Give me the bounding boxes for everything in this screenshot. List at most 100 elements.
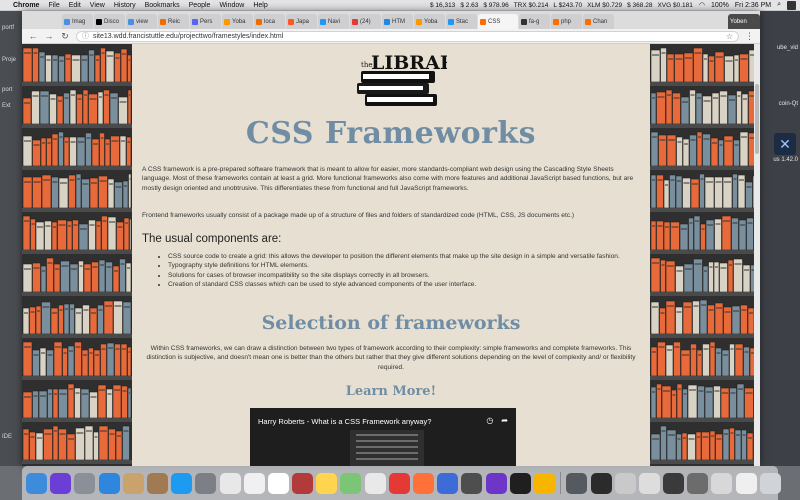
clock[interactable]: Fri 2:36 PM (735, 2, 771, 9)
menu-history[interactable]: History (114, 2, 136, 9)
browser-tab[interactable]: Chan (583, 14, 614, 29)
wifi-icon[interactable]: ◠ (699, 1, 705, 9)
browser-tab[interactable]: Yoba (222, 14, 253, 29)
sketch-icon[interactable] (533, 472, 555, 494)
firefox-dev-icon[interactable] (437, 472, 459, 494)
browser-tab[interactable]: (24) (350, 14, 381, 29)
shelf-plank (650, 82, 760, 86)
profile-button[interactable]: Yoben (728, 14, 760, 29)
contacts-icon[interactable] (146, 472, 168, 494)
desktop-file-label[interactable]: ube_vid (777, 45, 798, 51)
browser-tab[interactable]: php (551, 14, 582, 29)
shelf-plank (22, 376, 132, 380)
video-thumbnail[interactable] (350, 430, 424, 466)
menu-file[interactable]: File (48, 2, 59, 9)
info-icon[interactable]: ⓘ (82, 31, 89, 41)
tab-favicon-icon (384, 18, 390, 25)
bookshelf-right (650, 44, 760, 466)
menu-view[interactable]: View (90, 2, 105, 9)
preview-icon[interactable] (243, 472, 265, 494)
desktop-label: port (2, 87, 13, 93)
window-7-icon[interactable] (711, 472, 733, 494)
sublime-text-icon[interactable] (461, 472, 483, 494)
menu-icon[interactable]: ⋮ (745, 31, 754, 42)
book (32, 349, 40, 377)
calendar-icon[interactable] (267, 472, 289, 494)
video-embed[interactable]: Harry Roberts - What is a CSS Framework … (250, 408, 516, 466)
chrome-icon[interactable] (364, 472, 386, 494)
launchpad-icon[interactable] (74, 472, 96, 494)
finder-icon[interactable] (26, 472, 47, 494)
terminal-icon[interactable] (509, 472, 531, 494)
trash-icon[interactable] (759, 472, 781, 494)
search-icon[interactable]: ⌕ (777, 1, 781, 9)
browser-tab[interactable]: fa-g (519, 14, 550, 29)
browser-tab[interactable]: loca (254, 14, 285, 29)
window-5-icon[interactable] (663, 472, 685, 494)
phpstorm-icon[interactable] (485, 472, 507, 494)
window-2-icon[interactable] (590, 472, 612, 494)
back-icon[interactable]: ← (28, 31, 38, 41)
opera-icon[interactable] (388, 472, 410, 494)
browser-tab[interactable]: Japa (286, 14, 317, 29)
menu-app-name[interactable]: Chrome (13, 2, 39, 9)
safari-icon[interactable] (98, 472, 120, 494)
browser-tab[interactable]: CSS (478, 14, 518, 29)
menu-help[interactable]: Help (253, 2, 267, 9)
menu-edit[interactable]: Edit (69, 2, 81, 9)
browser-tab[interactable]: Disco (94, 14, 125, 29)
browser-tab[interactable]: view (126, 14, 157, 29)
watch-later-icon[interactable]: ◷ (486, 416, 493, 425)
tab-favicon-icon (553, 18, 559, 25)
browser-tab[interactable]: Reic (158, 14, 189, 29)
user-avatar[interactable] (787, 0, 796, 10)
browser-tab[interactable]: Pers (190, 14, 221, 29)
browser-tab[interactable]: Imag (62, 14, 93, 29)
book (745, 181, 753, 209)
shelf-plank (22, 292, 132, 296)
photos-icon[interactable] (219, 472, 241, 494)
video-title[interactable]: Harry Roberts - What is a CSS Framework … (258, 417, 431, 426)
dictionary-icon[interactable] (292, 472, 314, 494)
window-3-icon[interactable] (614, 472, 636, 494)
system-preferences-icon[interactable] (195, 472, 217, 494)
browser-tab[interactable]: Navi (318, 14, 349, 29)
window-6-icon[interactable] (687, 472, 709, 494)
crypto-ticker[interactable]: $ 16,313 $ 2.63 $ 978.96 TRX $0.214 L $2… (430, 2, 693, 9)
browser-tab[interactable]: Stac (446, 14, 477, 29)
components-heading: The usual components are: (142, 233, 282, 245)
shelf-plank (650, 418, 760, 422)
ticker-item: XVG $0.181 (657, 1, 693, 9)
menu-bookmarks[interactable]: Bookmarks (145, 2, 180, 9)
window-4-icon[interactable] (638, 472, 660, 494)
share-icon[interactable]: ➦ (501, 416, 508, 425)
reload-icon[interactable]: ↻ (60, 31, 70, 42)
bookmark-star-icon[interactable]: ☆ (726, 32, 733, 41)
desktop-file-label[interactable]: coin-Qt (779, 101, 798, 107)
browser-tab[interactable]: HTM (382, 14, 413, 29)
battery-level[interactable]: 100% (711, 2, 729, 9)
shelf-plank (650, 376, 760, 380)
app-store-icon[interactable] (171, 472, 193, 494)
browser-tab[interactable]: Yoba (414, 14, 445, 29)
shelf-plank (22, 82, 132, 86)
window-1-icon[interactable] (566, 472, 588, 494)
address-bar[interactable]: ⓘ site13.wdd.francistuttle.edu/projecttw… (76, 30, 739, 42)
menu-people[interactable]: People (189, 2, 211, 9)
page-scrollbar[interactable] (754, 44, 760, 466)
notes-icon[interactable] (316, 472, 338, 494)
maps-icon[interactable] (340, 472, 362, 494)
tab-favicon-icon (521, 18, 527, 25)
window-8-icon[interactable] (735, 472, 757, 494)
firefox-icon[interactable] (413, 472, 434, 494)
menu-window[interactable]: Window (219, 2, 244, 9)
x-logo-icon[interactable]: ✕ (774, 133, 796, 155)
mail-icon[interactable] (122, 472, 144, 494)
book (22, 391, 33, 419)
siri-icon[interactable] (50, 472, 72, 494)
forward-icon[interactable]: → (44, 31, 54, 41)
book (40, 265, 47, 293)
scrollbar-thumb[interactable] (755, 84, 759, 154)
book (679, 223, 689, 251)
desktop-file-label[interactable]: us 1.42.0 (773, 157, 798, 163)
